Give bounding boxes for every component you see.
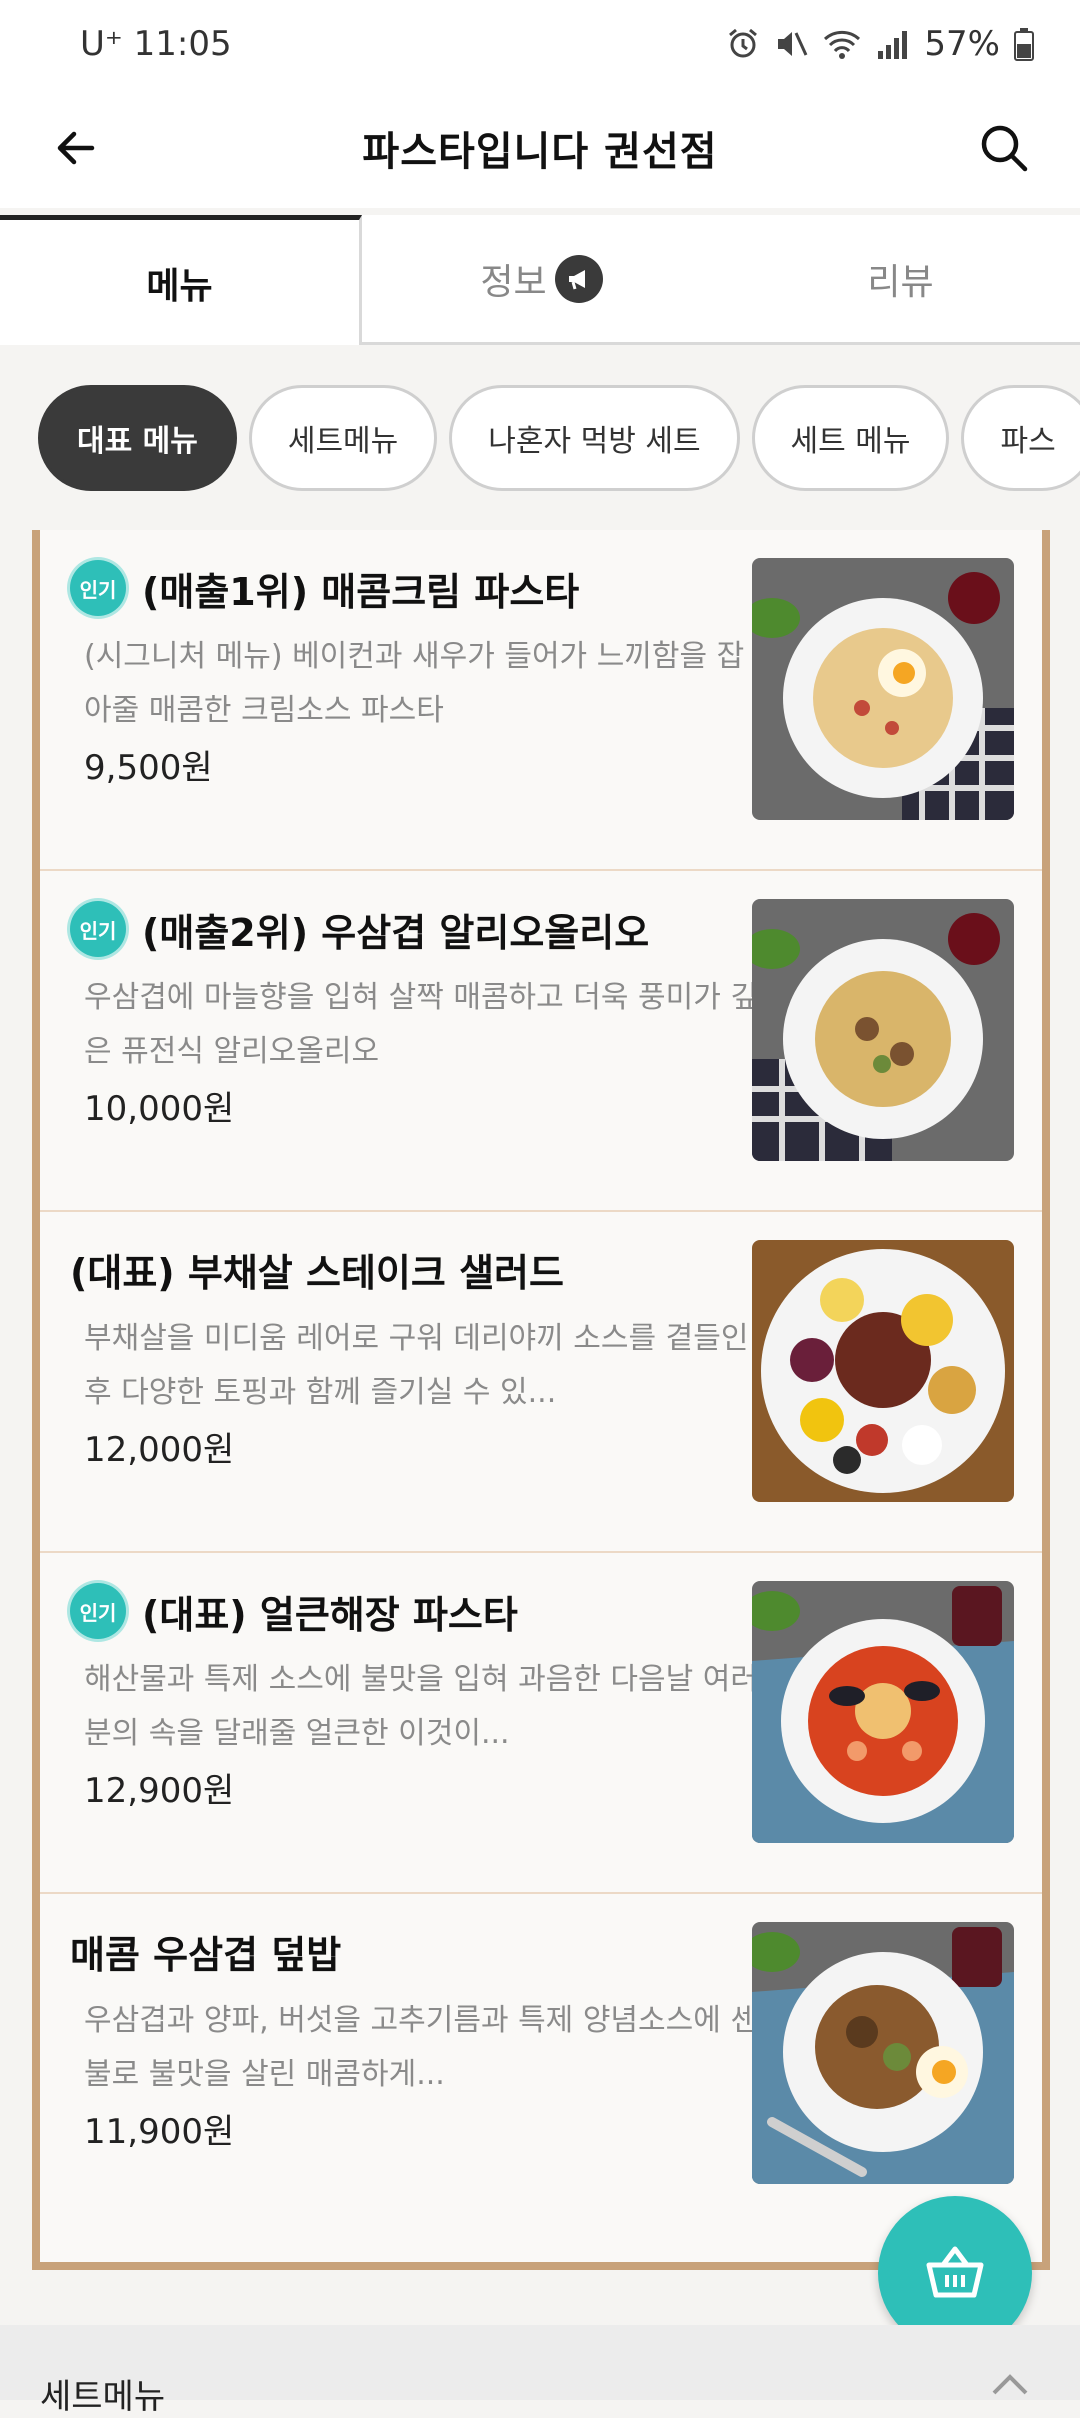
menu-item-image	[752, 899, 1014, 1161]
menu-item-title: (대표) 부채살 스테이크 샐러드	[70, 1251, 564, 1295]
status-time: U⁺ 11:05	[80, 24, 232, 64]
menu-item-price: 9,500원	[84, 748, 213, 788]
arrow-left-icon	[57, 131, 95, 165]
menu-item-title-row: 인기 (매출1위) 매콤크림 파스타	[70, 560, 579, 616]
menu-item-title-row: 인기 (대표) 얼큰해장 파스타	[70, 1583, 518, 1639]
menu-item-description: 우삼겹과 양파, 버섯을 고추기름과 특제 양념소스에 센불로 불맛을 살린 매…	[84, 2003, 758, 2092]
battery-icon	[1014, 28, 1034, 61]
search-button[interactable]	[974, 118, 1034, 178]
menu-item-image	[752, 1581, 1014, 1843]
app-header: 파스타입니다 권선점	[0, 88, 1080, 208]
menu-item-title: (매출1위) 매콤크림 파스타	[142, 569, 580, 614]
chip-set-menu[interactable]: 세트메뉴	[248, 385, 438, 491]
chip-set-menu-2[interactable]: 세트 메뉴	[751, 385, 950, 491]
section-header-set-menu[interactable]: 세트메뉴	[0, 2325, 1080, 2417]
menu-item-title: (매출2위) 우삼겹 알리오올리오	[142, 910, 650, 955]
menu-item[interactable]: 인기 (대표) 얼큰해장 파스타 해산물과 특제 소스에 불맛을 입혀 과음한 …	[40, 1553, 1042, 1894]
tab-info-label: 정보	[480, 261, 547, 303]
tab-menu-label: 메뉴	[146, 265, 213, 307]
menu-item-price: 10,000원	[84, 1089, 235, 1129]
chip-signature-menu[interactable]: 대표 메뉴	[38, 385, 237, 491]
menu-item-title-row: 인기 (매출2위) 우삼겹 알리오올리오	[70, 901, 649, 957]
status-bar: U⁺ 11:05 57%	[0, 0, 1080, 88]
mute-icon	[778, 32, 808, 56]
page-title: 파스타입니다 권선점	[362, 129, 718, 175]
menu-item[interactable]: (대표) 부채살 스테이크 샐러드 부채살을 미디움 레어로 구워 데리야끼 소…	[40, 1212, 1042, 1553]
tab-bar: 메뉴 정보 리뷰	[0, 215, 1080, 345]
status-icons: 57%	[726, 24, 1034, 64]
menu-item-description: 해산물과 특제 소스에 불맛을 입혀 과음한 다음날 여러분의 속을 달래줄 얼…	[84, 1662, 758, 1751]
menu-item-title: 매콤 우삼겹 덮밥	[70, 1933, 342, 1977]
menu-item-title-row: (대표) 부채살 스테이크 샐러드	[70, 1242, 564, 1297]
alarm-icon	[729, 28, 758, 58]
tab-review[interactable]: 리뷰	[721, 215, 1080, 345]
menu-item[interactable]: 인기 (매출1위) 매콤크림 파스타 (시그니처 메뉴) 베이컨과 새우가 들어…	[40, 530, 1042, 871]
category-chips-bar: 대표 메뉴 세트메뉴 나혼자 먹방 세트 세트 메뉴 파스	[0, 345, 1080, 530]
tab-menu[interactable]: 메뉴	[0, 215, 362, 345]
menu-item-price: 11,900원	[84, 2112, 235, 2152]
menu-item-title: (대표) 얼큰해장 파스타	[142, 1592, 518, 1637]
battery-percent: 57%	[924, 24, 1000, 64]
menu-item-description: (시그니처 메뉴) 베이컨과 새우가 들어가 느끼함을 잡아줄 매콤한 크림소스…	[84, 639, 745, 728]
menu-item-price: 12,900원	[84, 1771, 235, 1811]
menu-item-description: 우삼겹에 마늘향을 입혀 살짝 매콤하고 더욱 풍미가 깊은 퓨전식 알리오올리…	[84, 980, 758, 1069]
popular-badge: 인기	[70, 901, 126, 957]
chevron-up-icon	[992, 2374, 1028, 2395]
menu-item-image	[752, 1240, 1014, 1502]
signal-icon	[878, 31, 908, 59]
menu-item-price: 12,000원	[84, 1430, 235, 1470]
chip-solo-mukbang-set[interactable]: 나혼자 먹방 세트	[449, 385, 740, 491]
megaphone-icon	[554, 254, 603, 303]
menu-item[interactable]: 인기 (매출2위) 우삼겹 알리오올리오 우삼겹에 마늘향을 입혀 살짝 매콤하…	[40, 871, 1042, 1212]
tab-info[interactable]: 정보	[362, 215, 721, 345]
section-title: 세트메뉴	[40, 2377, 166, 2417]
back-button[interactable]	[46, 118, 106, 178]
menu-item-image	[752, 558, 1014, 820]
category-chips: 대표 메뉴 세트메뉴 나혼자 먹방 세트 세트 메뉴 파스	[38, 385, 1080, 491]
chip-pasta[interactable]: 파스	[961, 385, 1080, 491]
tab-review-label: 리뷰	[867, 261, 934, 303]
basket-icon	[926, 2246, 984, 2298]
search-icon	[981, 125, 1028, 172]
menu-item-description: 부채살을 미디움 레어로 구워 데리야끼 소스를 곁들인 후 다양한 토핑과 함…	[84, 1321, 749, 1410]
popular-badge: 인기	[70, 560, 126, 616]
wifi-icon	[824, 30, 861, 59]
popular-badge: 인기	[70, 1583, 126, 1639]
menu-item[interactable]: 매콤 우삼겹 덮밥 우삼겹과 양파, 버섯을 고추기름과 특제 양념소스에 센불…	[40, 1894, 1042, 2235]
menu-list: 인기 (매출1위) 매콤크림 파스타 (시그니처 메뉴) 베이컨과 새우가 들어…	[32, 530, 1050, 2270]
menu-item-title-row: 매콤 우삼겹 덮밥	[70, 1924, 341, 1979]
menu-item-image	[752, 1922, 1014, 2184]
